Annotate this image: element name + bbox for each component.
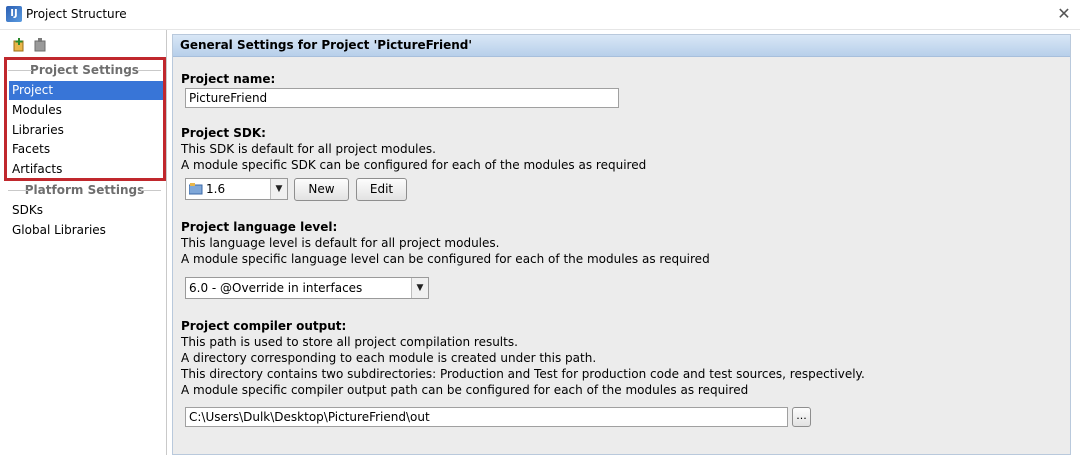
sdk-select[interactable]: 1.6 ▼ (185, 178, 288, 200)
sidebar-item-modules[interactable]: Modules (9, 101, 164, 120)
sdk-select-value: 1.6 (206, 182, 226, 196)
language-level-select[interactable]: 6.0 - @Override in interfaces ▼ (185, 277, 429, 299)
section-header-platform-settings: Platform Settings (8, 183, 161, 197)
browse-button[interactable]: ... (792, 407, 811, 427)
sidebar-item-artifacts[interactable]: Artifacts (9, 160, 164, 179)
language-level-desc-2: A module specific language level can be … (181, 252, 710, 266)
sidebar-item-facets[interactable]: Facets (9, 140, 164, 159)
add-icon[interactable] (12, 38, 26, 52)
language-level-value: 6.0 - @Override in interfaces (189, 281, 363, 295)
compiler-output-desc-1: This path is used to store all project c… (181, 335, 518, 349)
compiler-output-path-input[interactable]: C:\Users\Dulk\Desktop\PictureFriend\out (185, 407, 788, 427)
project-name-input[interactable]: PictureFriend (185, 88, 619, 108)
sdk-folder-icon (189, 183, 203, 195)
title-bar: IJ Project Structure ✕ (0, 0, 1080, 30)
section-header-project-settings: Project Settings (8, 63, 161, 77)
sidebar-item-project[interactable]: Project (9, 81, 164, 100)
sidebar-item-global-libraries[interactable]: Global Libraries (9, 221, 164, 240)
project-name-label: Project name: (181, 72, 276, 86)
remove-icon[interactable] (33, 38, 47, 52)
panel-title: General Settings for Project 'PictureFri… (180, 38, 473, 52)
compiler-output-desc-2: A directory corresponding to each module… (181, 351, 597, 365)
project-sdk-desc-2: A module specific SDK can be configured … (181, 158, 647, 172)
chevron-down-icon: ▼ (411, 278, 428, 298)
sidebar-item-sdks[interactable]: SDKs (9, 201, 164, 220)
panel-header: General Settings for Project 'PictureFri… (173, 35, 1070, 57)
project-sdk-desc-1: This SDK is default for all project modu… (181, 142, 436, 156)
project-sdk-label: Project SDK: (181, 126, 266, 140)
settings-panel: General Settings for Project 'PictureFri… (172, 34, 1071, 455)
language-level-desc-1: This language level is default for all p… (181, 236, 500, 250)
compiler-output-desc-4: A module specific compiler output path c… (181, 383, 749, 397)
compiler-output-label: Project compiler output: (181, 319, 347, 333)
general-settings-form: Project name: PictureFriend Project SDK:… (181, 57, 1066, 452)
sdk-edit-button[interactable]: Edit (356, 178, 407, 201)
window-title: Project Structure (26, 7, 127, 21)
sidebar-item-libraries[interactable]: Libraries (9, 121, 164, 140)
chevron-down-icon: ▼ (270, 179, 287, 199)
intellij-app-icon: IJ (6, 6, 22, 22)
language-level-label: Project language level: (181, 220, 338, 234)
sidebar: Project Settings Project Modules Librari… (0, 30, 167, 455)
sdk-new-button[interactable]: New (294, 178, 349, 201)
close-button[interactable]: ✕ (1052, 3, 1076, 25)
compiler-output-desc-3: This directory contains two subdirectori… (181, 367, 865, 381)
